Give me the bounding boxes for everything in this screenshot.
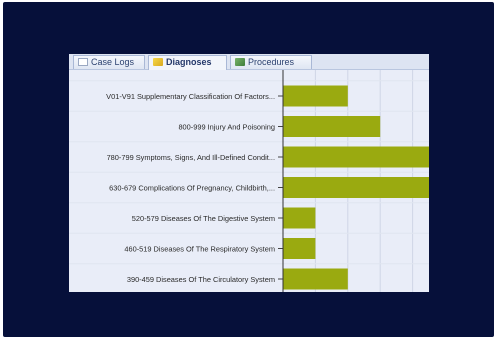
- tab-diagnoses[interactable]: Diagnoses: [148, 55, 227, 70]
- tab-case-logs-label: Case Logs: [91, 57, 135, 67]
- chart-bar: [283, 268, 348, 290]
- case-logs-icon: [78, 58, 88, 66]
- chart-category-label: 520-579 Diseases Of The Digestive System: [132, 214, 275, 223]
- chart-bar: [283, 177, 429, 198]
- tab-procedures-label: Procedures: [248, 57, 295, 67]
- chart-bar: [283, 207, 316, 229]
- diagnoses-chart-area: V01-V91 Supplementary Classification Of …: [69, 70, 429, 292]
- diagnoses-bar-chart: V01-V91 Supplementary Classification Of …: [69, 70, 429, 292]
- chart-category-label: 800-999 Injury And Poisoning: [178, 123, 275, 132]
- tab-bar: Case Logs Diagnoses Procedures: [69, 54, 429, 70]
- chart-bar: [283, 146, 429, 168]
- chart-category-label: 780-799 Symptoms, Signs, And Ill-Defined…: [107, 153, 275, 162]
- chart-category-label: 630-679 Complications Of Pregnancy, Chil…: [109, 184, 275, 193]
- chart-category-label: V01-V91 Supplementary Classification Of …: [106, 92, 275, 101]
- chart-category-label: 390-459 Diseases Of The Circulatory Syst…: [127, 275, 275, 284]
- chart-bar: [283, 85, 348, 107]
- chart-bar: [283, 116, 381, 137]
- procedures-icon: [235, 58, 245, 66]
- chart-bar: [283, 238, 316, 259]
- screen-background: Case Logs Diagnoses Procedures V01-V91 S…: [3, 2, 494, 337]
- tab-case-logs[interactable]: Case Logs: [73, 55, 145, 69]
- diagnoses-icon: [153, 58, 163, 66]
- chart-category-label: 460-519 Diseases Of The Respiratory Syst…: [124, 245, 275, 254]
- app-panel: Case Logs Diagnoses Procedures V01-V91 S…: [69, 54, 429, 292]
- tab-diagnoses-label: Diagnoses: [166, 57, 212, 67]
- tab-procedures[interactable]: Procedures: [230, 55, 312, 69]
